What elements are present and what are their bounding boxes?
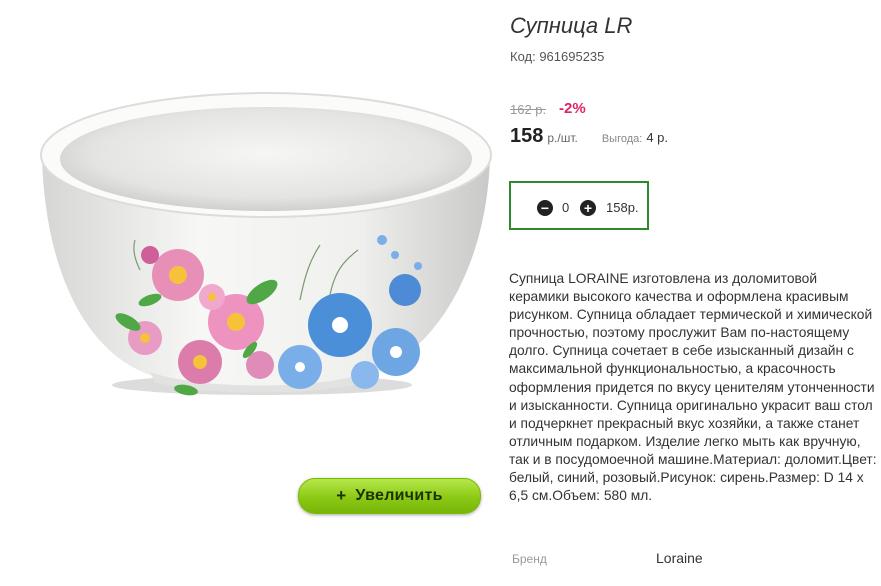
price-row: 158 р./шт. Выгода: 4 р.	[510, 125, 668, 148]
quantity-value: 0	[562, 200, 570, 215]
product-title: Супница LR	[510, 13, 633, 38]
benefit-value: 4 р.	[646, 130, 669, 145]
zoom-button-label: Увеличить	[355, 487, 443, 504]
brand-label: Бренд	[512, 552, 547, 566]
plus-circle-icon[interactable]: +	[580, 200, 596, 216]
benefit-label: Выгода:	[601, 133, 643, 145]
discount-badge: -2%	[559, 100, 586, 117]
quantity-total: 158р.	[606, 200, 639, 215]
price-unit: р./шт.	[547, 131, 578, 145]
zoom-button[interactable]: + Увеличить	[298, 478, 481, 514]
product-code: Код: 961695235	[510, 49, 605, 64]
current-price: 158	[510, 125, 544, 147]
product-image[interactable]: + Увеличить	[0, 60, 495, 514]
bowl-illustration	[40, 92, 492, 396]
old-price: 162 р.	[510, 102, 547, 117]
product-description: Супница LORAINE изготовлена из доломитов…	[509, 271, 877, 504]
brand-value: Loraine	[656, 550, 703, 566]
plus-icon: +	[336, 486, 347, 505]
minus-icon[interactable]: −	[537, 200, 553, 216]
quantity-stepper: − 0 + 158р.	[509, 181, 649, 230]
